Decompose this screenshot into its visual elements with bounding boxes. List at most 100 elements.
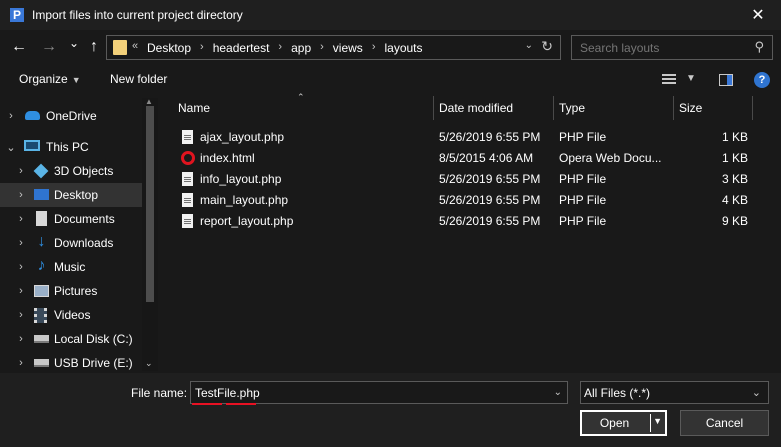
sidebar-item-videos[interactable]: › Videos	[0, 303, 142, 327]
command-bar: Organize ▼ New folder ▼ ?	[0, 66, 781, 94]
column-header-name[interactable]: Name	[178, 101, 210, 115]
expand-chevron-icon[interactable]: ›	[16, 213, 26, 225]
expand-chevron-icon[interactable]: ›	[16, 165, 26, 177]
table-row[interactable]: report_layout.php 5/26/2019 6:55 PM PHP …	[160, 211, 781, 232]
column-header-date[interactable]: Date modified	[439, 101, 513, 115]
scroll-up-icon[interactable]: ▲	[145, 98, 153, 106]
open-options-dropdown-icon[interactable]: ▼	[653, 416, 662, 426]
expand-chevron-icon[interactable]: ›	[16, 261, 26, 273]
file-date: 5/26/2019 6:55 PM	[439, 193, 541, 207]
expand-chevron-icon[interactable]: ›	[16, 237, 26, 249]
breadcrumb-item[interactable]: headertest	[213, 41, 270, 55]
navigation-scrollbar[interactable]: ▲ ⌄	[142, 98, 158, 371]
spellcheck-underline	[192, 403, 259, 405]
breadcrumb-item[interactable]: Desktop	[147, 41, 191, 55]
breadcrumb-separator-icon[interactable]: ›	[363, 41, 385, 55]
file-size: 1 KB	[722, 151, 749, 165]
file-date: 8/5/2015 4:06 AM	[439, 151, 534, 165]
new-folder-button[interactable]: New folder	[110, 72, 167, 86]
table-row[interactable]: ajax_layout.php 5/26/2019 6:55 PM PHP Fi…	[160, 127, 781, 148]
up-arrow-icon[interactable]: ↑	[84, 36, 104, 58]
sidebar-item-usb-drive[interactable]: › USB Drive (E:)	[0, 351, 142, 371]
navigation-pane[interactable]: › OneDrive ⌄ This PC › 3D Objects › Desk…	[0, 98, 158, 371]
sidebar-item-documents[interactable]: › Documents	[0, 207, 142, 231]
help-icon[interactable]: ?	[754, 72, 770, 88]
file-type-value: All Files (*.*)	[584, 386, 651, 400]
scroll-down-icon[interactable]: ⌄	[145, 358, 153, 369]
sidebar-item-desktop[interactable]: › Desktop	[0, 183, 142, 207]
file-type: Opera Web Docu...	[559, 151, 662, 165]
file-list[interactable]: ⌃ Name Date modified Type Size ajax_layo…	[160, 92, 781, 371]
address-dropdown-icon[interactable]: ⌄	[525, 40, 533, 51]
folder-icon	[113, 40, 127, 55]
file-date: 5/26/2019 6:55 PM	[439, 214, 541, 228]
refresh-icon[interactable]: ↻	[541, 38, 553, 55]
php-file-icon	[182, 172, 193, 186]
sidebar-item-label: This PC	[46, 140, 89, 154]
sidebar-item-label: Downloads	[54, 236, 114, 250]
table-row[interactable]: main_layout.php 5/26/2019 6:55 PM PHP Fi…	[160, 190, 781, 211]
preview-pane-icon[interactable]	[719, 74, 733, 86]
sidebar-item-pictures[interactable]: › Pictures	[0, 279, 142, 303]
sidebar-item-music[interactable]: › ♪ Music	[0, 255, 142, 279]
table-row[interactable]: info_layout.php 5/26/2019 6:55 PM PHP Fi…	[160, 169, 781, 190]
expand-chevron-icon[interactable]: ›	[16, 309, 26, 321]
sidebar-item-local-disk[interactable]: › Local Disk (C:)	[0, 327, 142, 351]
expand-chevron-icon[interactable]: ›	[6, 110, 16, 122]
usb-drive-icon	[34, 359, 49, 367]
expand-chevron-icon[interactable]: ›	[16, 285, 26, 297]
breadcrumb-item[interactable]: layouts	[384, 41, 422, 55]
sidebar-item-onedrive[interactable]: › OneDrive	[0, 104, 142, 128]
expand-chevron-icon[interactable]: ›	[16, 189, 26, 201]
file-type: PHP File	[559, 172, 607, 186]
expand-chevron-icon[interactable]: ›	[16, 333, 26, 345]
chevron-down-icon[interactable]: ⌄	[554, 387, 562, 398]
file-name-label: File name:	[131, 386, 188, 400]
column-header-size[interactable]: Size	[679, 101, 702, 115]
recent-locations-chevron-icon[interactable]: ⌄	[64, 32, 84, 54]
file-name-value[interactable]: TestFile.php	[195, 386, 260, 400]
breadcrumb-separator-icon[interactable]: ›	[269, 41, 291, 55]
file-name: report_layout.php	[200, 214, 294, 228]
sidebar-item-downloads[interactable]: › ↓ Downloads	[0, 231, 142, 255]
scrollbar-thumb[interactable]	[146, 106, 154, 302]
breadcrumb-item[interactable]: app	[291, 41, 311, 55]
file-name-field[interactable]: TestFile.php ⌄	[190, 381, 568, 405]
expand-chevron-icon[interactable]: ›	[16, 357, 26, 369]
file-type-select[interactable]: All Files (*.*) ⌄	[580, 381, 769, 404]
column-header-type[interactable]: Type	[559, 101, 585, 115]
breadcrumb-separator-icon[interactable]: ›	[191, 41, 213, 55]
close-button[interactable]: ✕	[735, 0, 781, 30]
computer-icon	[24, 140, 40, 151]
column-divider[interactable]	[433, 96, 434, 120]
forward-arrow-icon[interactable]: →	[39, 36, 59, 58]
back-arrow-icon[interactable]: ←	[9, 36, 29, 58]
breadcrumb-item[interactable]: views	[333, 41, 363, 55]
column-divider[interactable]	[553, 96, 554, 120]
organize-button[interactable]: Organize ▼	[19, 72, 81, 86]
collapse-chevron-icon[interactable]: ⌄	[6, 141, 16, 154]
sidebar-item-this-pc[interactable]: ⌄ This PC	[0, 135, 142, 159]
table-row[interactable]: index.html 8/5/2015 4:06 AM Opera Web Do…	[160, 148, 781, 169]
column-divider[interactable]	[752, 96, 753, 120]
breadcrumb-overflow-icon[interactable]: «	[132, 40, 138, 52]
breadcrumb: Desktop › headertest › app › views › lay…	[147, 41, 423, 55]
search-box[interactable]: ⚲	[571, 35, 773, 60]
file-date: 5/26/2019 6:55 PM	[439, 130, 541, 144]
address-bar[interactable]: « Desktop › headertest › app › views › l…	[106, 35, 561, 60]
chevron-down-icon[interactable]: ▼	[686, 73, 696, 84]
search-icon[interactable]: ⚲	[754, 39, 764, 55]
breadcrumb-separator-icon[interactable]: ›	[311, 41, 333, 55]
search-input[interactable]	[572, 36, 742, 59]
sidebar-item-label: Desktop	[54, 188, 99, 202]
cancel-button[interactable]: Cancel	[680, 410, 769, 436]
php-file-icon	[182, 214, 193, 228]
sort-ascending-icon: ⌃	[297, 92, 305, 102]
column-divider[interactable]	[673, 96, 674, 120]
cloud-icon	[25, 111, 40, 120]
open-button[interactable]: Open ▼	[580, 410, 667, 436]
file-name: info_layout.php	[200, 172, 282, 186]
file-size: 1 KB	[722, 130, 749, 144]
sidebar-item-3d-objects[interactable]: › 3D Objects	[0, 159, 142, 183]
view-options-icon[interactable]	[662, 74, 676, 86]
